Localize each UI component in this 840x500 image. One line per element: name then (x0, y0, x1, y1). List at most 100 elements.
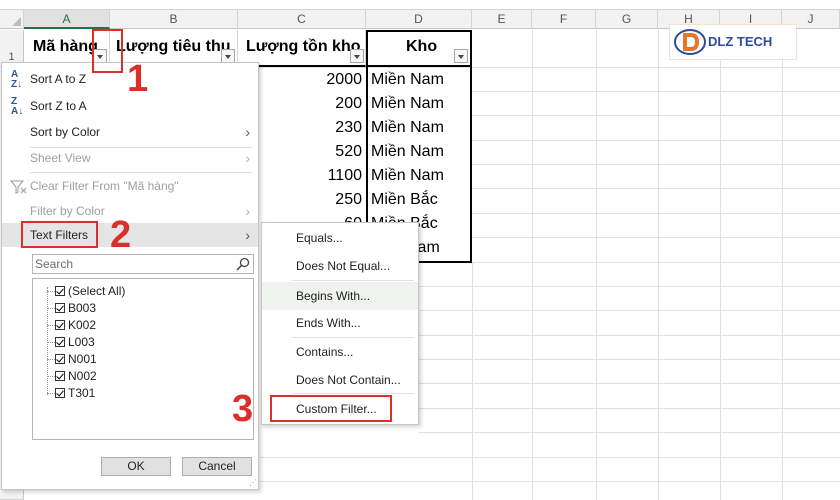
column-header-c[interactable]: C (238, 10, 366, 29)
select-all-corner[interactable] (0, 10, 24, 29)
tree-line (47, 359, 55, 360)
gridline (419, 310, 840, 311)
submenu-contains[interactable]: Contains... (262, 338, 418, 366)
menu-clear-filter: Clear Filter From "Mã hàng" (2, 174, 258, 198)
chevron-right-icon: › (245, 227, 250, 243)
menu-sort-by-color[interactable]: Sort by Color › (2, 120, 258, 144)
cell-kho[interactable]: Miền Nam (369, 68, 469, 92)
gridline (782, 30, 783, 500)
checkbox-checked-icon[interactable] (55, 286, 65, 296)
list-item-select-all[interactable]: (Select All) (55, 283, 125, 300)
checkbox-checked-icon[interactable] (55, 303, 65, 313)
filter-dropdown-arrow-icon[interactable] (350, 49, 364, 63)
gridline (472, 115, 840, 116)
highlight-box-filter-arrow (92, 29, 123, 73)
resize-grip-icon[interactable]: ⋰ (249, 478, 257, 487)
submenu-ends-with[interactable]: Ends With... (262, 309, 418, 337)
cell-kho[interactable]: Miền Nam (369, 92, 469, 116)
filter-dropdown-arrow-icon[interactable] (454, 49, 468, 63)
list-item[interactable]: N002 (55, 368, 97, 385)
cell-ton-kho[interactable]: 230 (272, 116, 362, 140)
gridline (472, 213, 840, 214)
header-label-luong-tieu-thu: Lượng tiêu thụ (116, 38, 231, 55)
sort-a-z-icon: A Z↓ (11, 69, 23, 90)
header-label-luong-ton-kho: Lượng tồn kho (246, 38, 361, 55)
menu-filter-by-color-label: Filter by Color (30, 204, 105, 218)
checkbox-checked-icon[interactable] (55, 354, 65, 364)
chevron-right-icon: › (245, 150, 250, 166)
list-item-label: N002 (68, 369, 97, 383)
list-item[interactable]: K002 (55, 317, 96, 334)
list-item[interactable]: B003 (55, 300, 96, 317)
list-item-label: N001 (68, 352, 97, 366)
gridline (419, 262, 840, 263)
checkbox-checked-icon[interactable] (55, 337, 65, 347)
list-item[interactable]: N001 (55, 351, 97, 368)
column-header-g[interactable]: G (596, 10, 658, 29)
filter-dropdown-menu[interactable]: A Z↓ Sort A to Z Z A↓ Sort Z to A Sort by … (1, 62, 259, 490)
list-item-label: T301 (68, 386, 96, 400)
cell-ton-kho[interactable]: 1100 (272, 164, 362, 188)
highlight-box-custom-filter (270, 395, 392, 422)
gridline (720, 30, 721, 500)
gridline (472, 91, 840, 92)
tree-line (47, 325, 55, 326)
list-item[interactable]: T301 (55, 385, 95, 402)
chevron-right-icon: › (245, 203, 250, 219)
column-header-e[interactable]: E (472, 10, 532, 29)
tree-line (47, 291, 55, 292)
gridline (596, 30, 597, 500)
cancel-button[interactable]: Cancel (182, 457, 252, 476)
menu-sort-by-color-label: Sort by Color (30, 125, 101, 139)
checkbox-checked-icon[interactable] (55, 388, 65, 398)
cell-ton-kho[interactable]: 2000 (272, 68, 362, 92)
ok-button[interactable]: OK (101, 457, 171, 476)
search-icon (236, 257, 250, 271)
highlight-box-text-filters (21, 221, 98, 248)
column-header-d[interactable]: D (366, 10, 472, 29)
submenu-equals[interactable]: Equals... (262, 224, 418, 252)
cell-ton-kho[interactable]: 520 (272, 140, 362, 164)
formula-bar-edge (0, 0, 840, 10)
header-cell-kho[interactable]: Kho (366, 30, 472, 67)
submenu-does-not-equal[interactable]: Does Not Equal... (262, 252, 418, 280)
cell-kho[interactable]: Miền Nam (369, 140, 469, 164)
dlz-tech-logo: DLZ TECH (669, 24, 797, 60)
column-header-a[interactable]: A (24, 10, 110, 29)
gridline (658, 30, 659, 500)
table-border (470, 67, 472, 263)
submenu-does-not-contain[interactable]: Does Not Contain... (262, 366, 418, 394)
column-header-f[interactable]: F (532, 10, 596, 29)
gridline (419, 286, 840, 287)
submenu-begins-with[interactable]: Begins With... (262, 282, 418, 310)
gridline (532, 30, 533, 500)
gridline (259, 481, 840, 482)
gridline (472, 140, 840, 141)
tree-line (47, 376, 55, 377)
column-header-b[interactable]: B (110, 10, 238, 29)
header-label-ma-hang: Mã hàng (33, 38, 98, 55)
logo-mark-icon (674, 29, 706, 55)
step-number-3: 3 (232, 388, 254, 430)
header-label-kho: Kho (406, 38, 438, 55)
cell-kho[interactable]: Miền Nam (369, 164, 469, 188)
menu-separator (30, 172, 252, 173)
menu-sort-a-to-z-label: Sort A to Z (30, 72, 87, 86)
cell-kho[interactable]: Nam (404, 236, 504, 260)
submenu-separator (292, 393, 414, 394)
cell-ton-kho[interactable]: 200 (272, 92, 362, 116)
cell-kho[interactable]: Miền Nam (369, 116, 469, 140)
cell-ton-kho[interactable]: 250 (272, 188, 362, 212)
gridline (419, 383, 840, 384)
tree-line (47, 287, 48, 395)
list-item[interactable]: L003 (55, 334, 95, 351)
logo-text: DLZ TECH (708, 34, 773, 49)
checkbox-checked-icon[interactable] (55, 371, 65, 381)
search-input[interactable]: Search (32, 254, 254, 274)
checkbox-checked-icon[interactable] (55, 320, 65, 330)
menu-sheet-view-label: Sheet View (30, 151, 91, 165)
clear-filter-icon (9, 180, 28, 197)
filter-value-list[interactable]: (Select All) B003 K002 L003 N001 N002 T3… (32, 278, 254, 440)
cell-kho[interactable]: Miền Bắc (369, 188, 469, 212)
filter-dropdown-arrow-icon[interactable] (221, 49, 235, 63)
